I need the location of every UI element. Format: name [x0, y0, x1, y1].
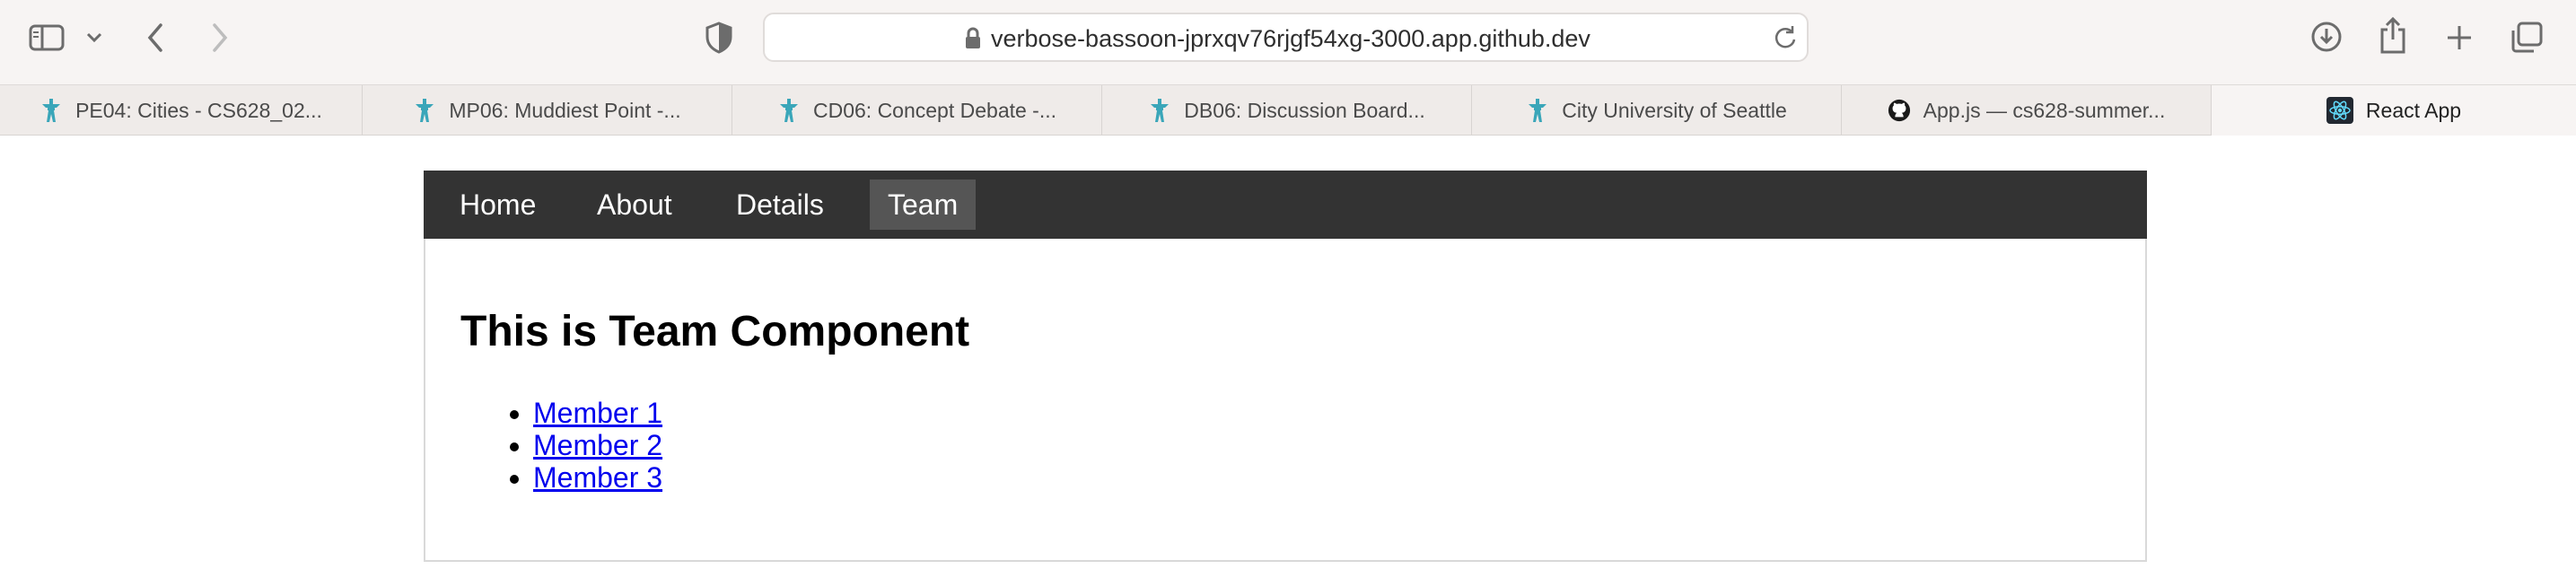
nav-about-link[interactable]: About — [579, 180, 690, 230]
lock-icon — [964, 27, 982, 55]
needle-icon — [416, 99, 434, 122]
url-text: verbose-bassoon-jprxqv76rjgf54xg-3000.ap… — [991, 25, 1590, 52]
tab-app-js-github[interactable]: App.js — cs628-summer... — [1842, 85, 2212, 136]
tab-city-university-of-seattle[interactable]: City University of Seattle — [1472, 85, 1842, 136]
needle-icon — [42, 99, 61, 122]
member-2-link[interactable]: Member 2 — [533, 429, 662, 461]
tab-bar: PE04: Cities - CS628_02... MP06: Muddies… — [0, 85, 2576, 136]
nav-home-link[interactable]: Home — [442, 180, 554, 230]
back-icon[interactable] — [142, 20, 169, 56]
tab-overview-icon[interactable] — [2508, 20, 2545, 56]
tab-mp06-muddiest-point[interactable]: MP06: Muddiest Point -... — [363, 85, 732, 136]
privacy-shield-icon[interactable] — [704, 20, 734, 56]
list-item: Member 3 — [533, 461, 662, 494]
tab-db06-discussion-board[interactable]: DB06: Discussion Board... — [1102, 85, 1472, 136]
tab-label: DB06: Discussion Board... — [1184, 98, 1425, 122]
reload-icon[interactable] — [1773, 24, 1798, 56]
list-item: Member 1 — [533, 397, 662, 429]
needle-icon — [1151, 99, 1170, 122]
page-title: This is Team Component — [460, 308, 970, 355]
navbar: Home About Details Team — [424, 171, 2147, 239]
forward-icon[interactable] — [206, 20, 233, 56]
downloads-icon[interactable] — [2309, 18, 2344, 56]
github-icon — [1888, 99, 1910, 122]
react-icon — [2326, 97, 2353, 124]
member-3-link[interactable]: Member 3 — [533, 461, 662, 494]
tab-label: MP06: Muddiest Point -... — [449, 98, 681, 122]
list-item: Member 2 — [533, 429, 662, 461]
chevron-down-icon[interactable] — [83, 29, 105, 47]
member-list: Member 1 Member 2 Member 3 — [533, 397, 662, 494]
tab-cd06-concept-debate[interactable]: CD06: Concept Debate -... — [732, 85, 1102, 136]
tab-label: CD06: Concept Debate -... — [812, 98, 1057, 122]
nav-details-link[interactable]: Details — [718, 180, 842, 230]
browser-toolbar: verbose-bassoon-jprxqv76rjgf54xg-3000.ap… — [0, 0, 2576, 85]
nav-team-link[interactable]: Team — [870, 180, 977, 230]
tab-react-app[interactable]: React App — [2212, 85, 2576, 136]
tab-label: PE04: Cities - CS628_02... — [75, 98, 322, 122]
address-bar[interactable]: verbose-bassoon-jprxqv76rjgf54xg-3000.ap… — [763, 13, 1809, 62]
tab-label: App.js — cs628-summer... — [1923, 98, 2166, 122]
share-icon[interactable] — [2375, 14, 2411, 56]
sidebar-toggle-icon[interactable] — [27, 22, 66, 53]
tab-label: React App — [2365, 98, 2462, 122]
needle-icon — [1529, 99, 1547, 122]
tab-pe04-cities[interactable]: PE04: Cities - CS628_02... — [0, 85, 363, 136]
new-tab-icon[interactable] — [2441, 20, 2477, 56]
tab-label: City University of Seattle — [1562, 98, 1787, 122]
needle-icon — [779, 99, 798, 122]
member-1-link[interactable]: Member 1 — [533, 397, 662, 429]
